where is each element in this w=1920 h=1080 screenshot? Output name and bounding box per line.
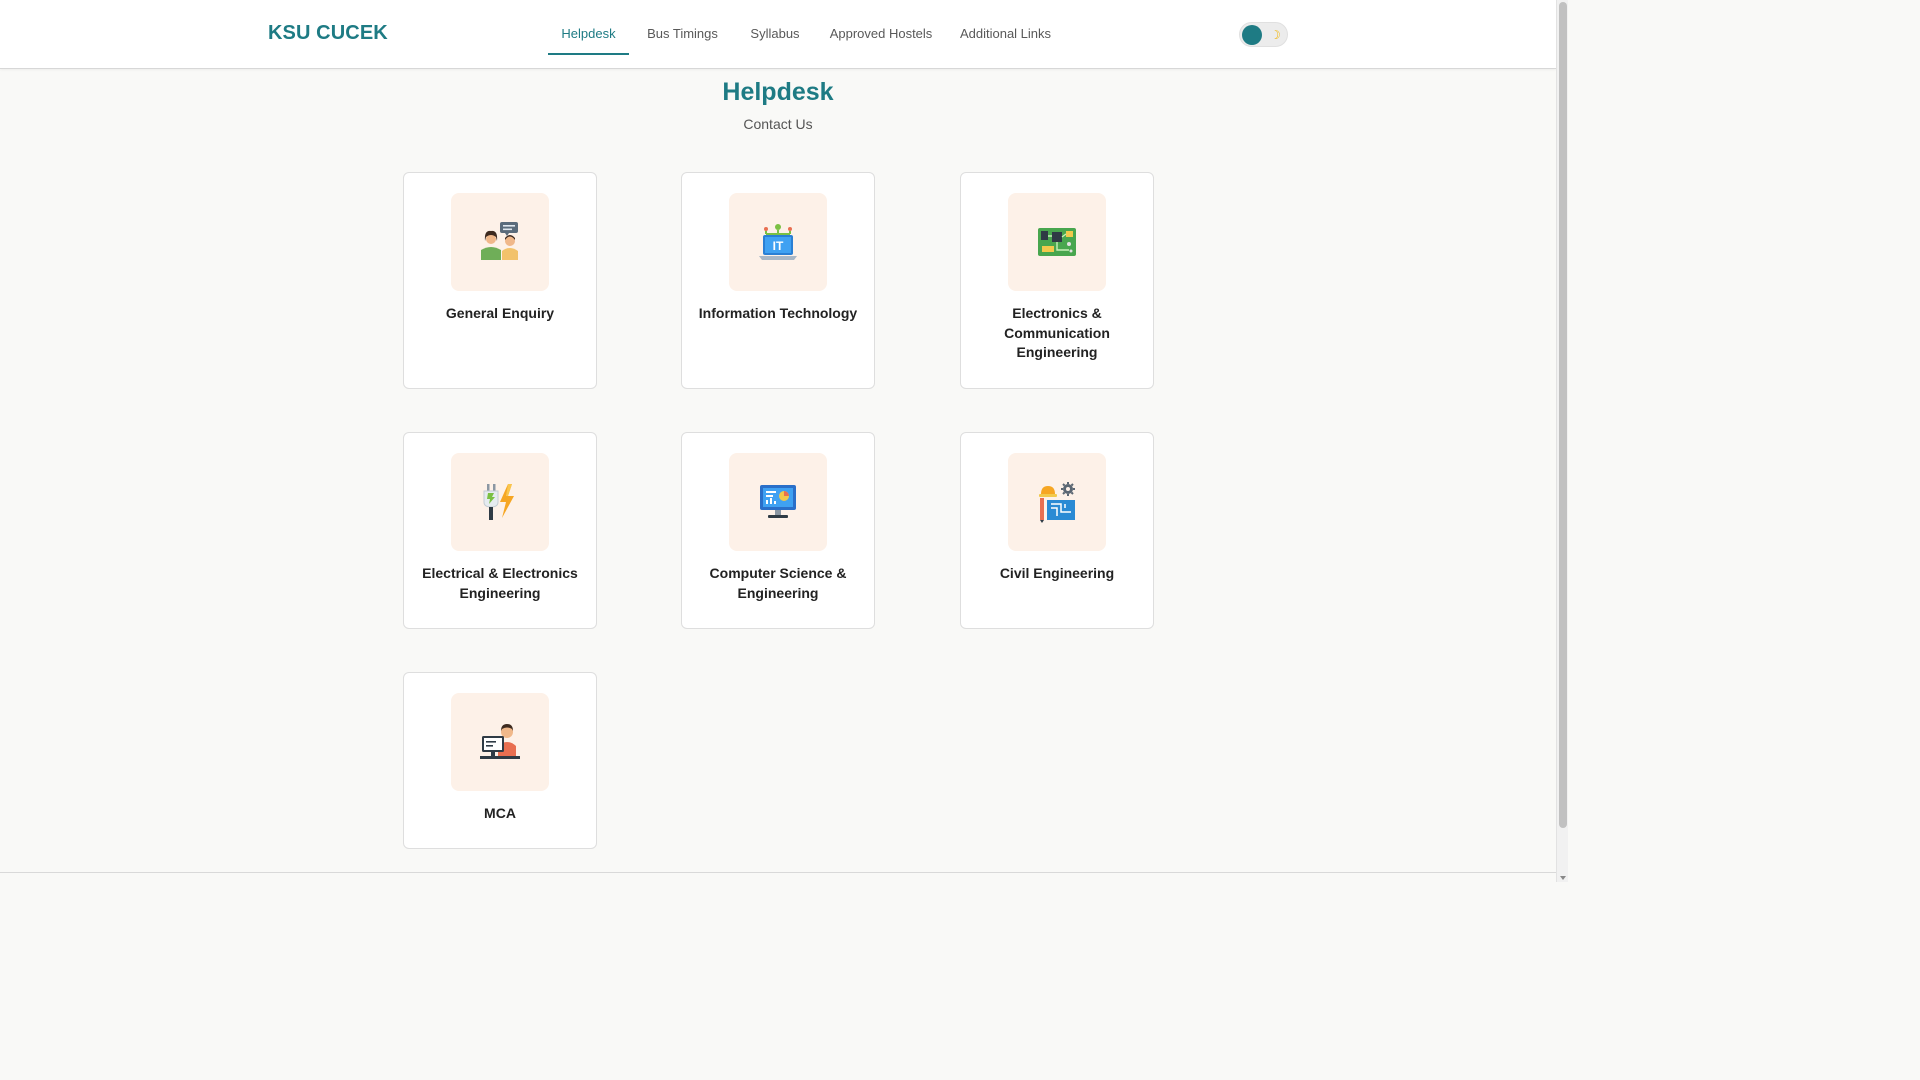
- card-label: Information Technology: [698, 305, 858, 321]
- it-laptop-icon: IT: [759, 224, 797, 260]
- toggle-knob: [1242, 25, 1262, 45]
- card-information-technology[interactable]: IT Information Technology: [681, 172, 875, 389]
- person-computer-icon: [480, 724, 520, 759]
- scroll-down-arrow-icon[interactable]: [1560, 876, 1566, 880]
- icon-tile: [729, 453, 827, 551]
- main-nav: Helpdesk Bus Timings Syllabus Approved H…: [548, 0, 1063, 68]
- icon-tile: [1008, 453, 1106, 551]
- card-label: Electrical & Electronics Engineering: [422, 565, 578, 601]
- page-scrollbar[interactable]: [1556, 0, 1568, 882]
- theme-toggle[interactable]: ☽: [1239, 22, 1288, 47]
- circuit-board-icon: [1038, 228, 1076, 256]
- brand-logo[interactable]: KSU CUCEK: [268, 22, 388, 45]
- computer-monitor-icon: [760, 485, 796, 518]
- card-civil-engineering[interactable]: Civil Engineering: [960, 432, 1154, 629]
- card-electrical-electronics[interactable]: Electrical & Electronics Engineering: [403, 432, 597, 629]
- blueprint-helmet-icon: [1039, 482, 1075, 523]
- card-general-enquiry[interactable]: General Enquiry: [403, 172, 597, 389]
- page-subtitle: Contact Us: [743, 116, 813, 132]
- moon-icon: ☽: [1270, 28, 1281, 42]
- card-electronics-communication[interactable]: Electronics & Communication Engineering: [960, 172, 1154, 389]
- nav-additional-links[interactable]: Additional Links: [948, 0, 1063, 68]
- icon-tile: [451, 193, 549, 291]
- scrollbar-thumb[interactable]: [1559, 2, 1567, 828]
- page-title: Helpdesk: [722, 78, 834, 106]
- card-label: Computer Science & Engineering: [709, 565, 847, 601]
- card-label: Civil Engineering: [999, 565, 1115, 581]
- card-label: MCA: [484, 805, 516, 821]
- icon-tile: [451, 453, 549, 551]
- nav-syllabus[interactable]: Syllabus: [736, 0, 814, 68]
- card-computer-science[interactable]: Computer Science & Engineering: [681, 432, 875, 629]
- card-mca[interactable]: MCA: [403, 672, 597, 849]
- footer-divider: [0, 872, 1556, 873]
- svg-text:IT: IT: [773, 239, 784, 253]
- icon-tile: IT: [729, 193, 827, 291]
- icon-tile: [451, 693, 549, 791]
- card-label: General Enquiry: [445, 305, 555, 321]
- card-label: Electronics & Communication Engineering: [1004, 305, 1110, 360]
- icon-tile: [1008, 193, 1106, 291]
- plug-lightning-icon: [483, 484, 514, 520]
- help-desk-icon: [481, 222, 518, 260]
- top-navbar: KSU CUCEK Helpdesk Bus Timings Syllabus …: [0, 0, 1556, 69]
- nav-approved-hostels[interactable]: Approved Hostels: [814, 0, 948, 68]
- nav-bus-timings[interactable]: Bus Timings: [629, 0, 736, 68]
- nav-helpdesk[interactable]: Helpdesk: [548, 0, 629, 68]
